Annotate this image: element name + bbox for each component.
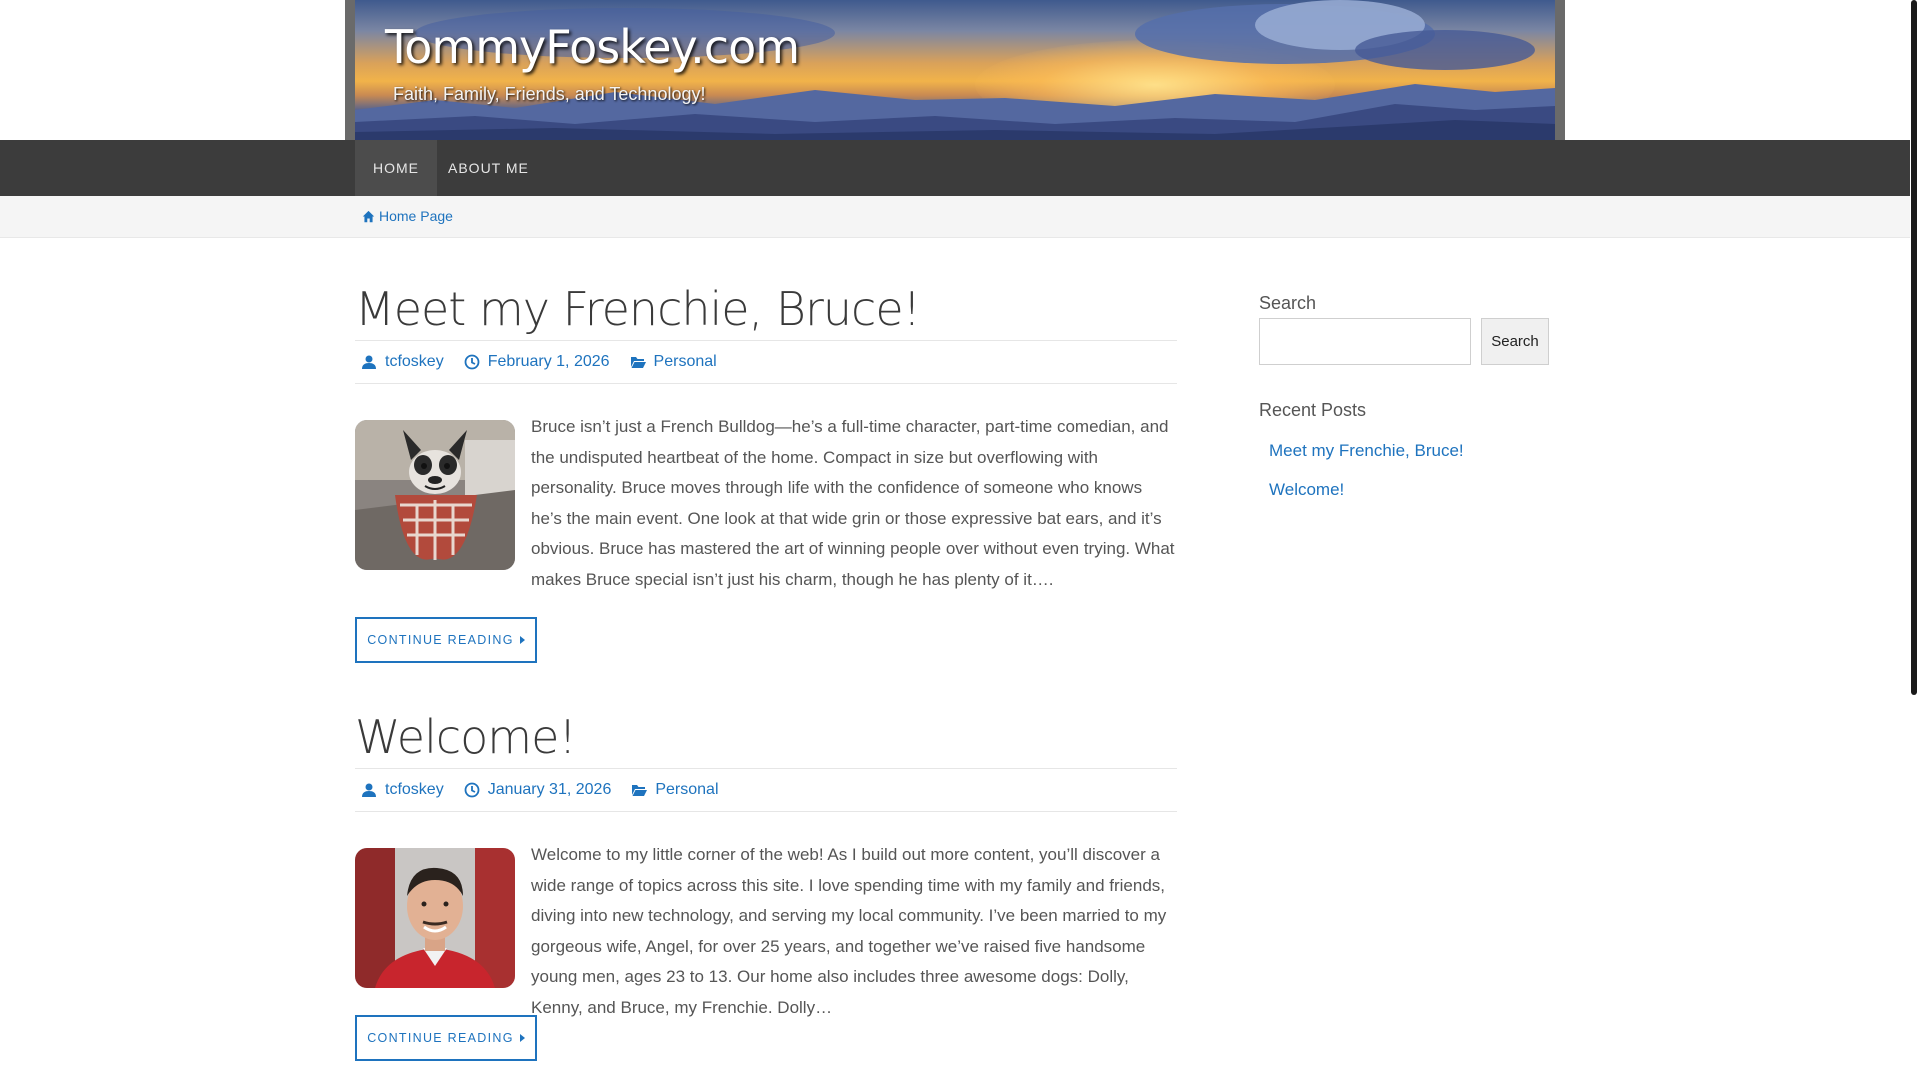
folder-open-icon (632, 785, 648, 796)
post-author[interactable]: tcfoskey (361, 781, 444, 799)
clock-icon (464, 354, 480, 370)
caret-right-icon (519, 636, 525, 644)
post-meta: tcfoskey February 1, 2026 Personal (355, 340, 1177, 384)
date-link[interactable]: February 1, 2026 (488, 353, 610, 371)
home-icon (362, 210, 375, 222)
post-category[interactable]: Personal (631, 781, 719, 799)
banner-mountains (355, 84, 1555, 140)
nav-item-home[interactable]: HOME (355, 140, 437, 196)
continue-reading-label: CONTINUE READING (367, 633, 514, 647)
breadcrumb[interactable]: Home Page (362, 208, 453, 224)
search-button[interactable]: Search (1481, 318, 1549, 365)
site-header: TommyFoskey.com Faith, Family, Friends, … (345, 0, 1565, 140)
category-link[interactable]: Personal (655, 781, 718, 799)
continue-reading-button[interactable]: CONTINUE READING (355, 617, 537, 663)
post-meta: tcfoskey January 31, 2026 Personal (355, 768, 1177, 812)
author-link[interactable]: tcfoskey (385, 781, 444, 799)
post-date[interactable]: February 1, 2026 (464, 353, 610, 371)
post-excerpt: Welcome to my little corner of the web! … (531, 845, 1167, 1017)
nav-item-about-me[interactable]: ABOUT ME (430, 140, 547, 196)
recent-post-link[interactable]: Welcome! (1269, 480, 1344, 500)
continue-reading-label: CONTINUE READING (367, 1031, 514, 1045)
post-thumbnail-bulldog[interactable] (355, 420, 515, 570)
breadcrumb-bar: Home Page (0, 196, 1910, 238)
scrollbar-thumb[interactable] (1911, 0, 1917, 695)
author-link[interactable]: tcfoskey (385, 353, 444, 371)
user-icon (362, 783, 376, 797)
search-widget-label: Search (1259, 293, 1317, 313)
site-title[interactable]: TommyFoskey.com (385, 20, 800, 74)
caret-right-icon (519, 1034, 525, 1042)
french-bulldog-photo (355, 420, 515, 570)
search-input[interactable] (1259, 318, 1471, 365)
continue-reading-button[interactable]: CONTINUE READING (355, 1015, 537, 1061)
post-date[interactable]: January 31, 2026 (464, 781, 612, 799)
post-title[interactable]: Meet my Frenchie, Bruce! (355, 282, 921, 336)
author-portrait-photo (355, 848, 515, 988)
post-excerpt: Bruce isn’t just a French Bulldog—he’s a… (531, 417, 1175, 589)
breadcrumb-label[interactable]: Home Page (379, 208, 453, 224)
recent-post-link[interactable]: Meet my Frenchie, Bruce! (1269, 441, 1464, 461)
banner-cloud (1355, 30, 1535, 70)
category-link[interactable]: Personal (654, 353, 717, 371)
header-banner-image: TommyFoskey.com Faith, Family, Friends, … (355, 0, 1555, 140)
user-icon (362, 355, 376, 369)
folder-open-icon (630, 357, 646, 368)
main-navigation: HOME ABOUT ME (0, 140, 1910, 196)
clock-icon (464, 782, 480, 798)
post-thumbnail-portrait[interactable] (355, 848, 515, 988)
post-title[interactable]: Welcome! (355, 710, 577, 764)
post-author[interactable]: tcfoskey (361, 353, 444, 371)
recent-posts-title: Recent Posts (1259, 400, 1367, 420)
date-link[interactable]: January 31, 2026 (488, 781, 612, 799)
post-category[interactable]: Personal (630, 353, 717, 371)
site-tagline: Faith, Family, Friends, and Technology! (393, 84, 706, 104)
